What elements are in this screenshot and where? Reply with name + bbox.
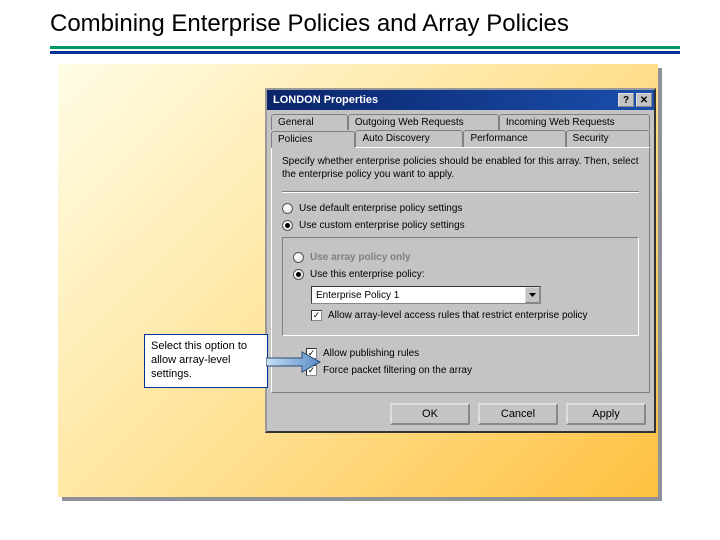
radio-default-policy[interactable]: Use default enterprise policy settings	[282, 203, 639, 214]
radio-array-only: Use array policy only	[293, 252, 628, 263]
ok-button[interactable]: OK	[390, 403, 470, 425]
apply-button[interactable]: Apply	[566, 403, 646, 425]
tab-security[interactable]: Security	[566, 130, 650, 147]
slide-background: Select this option to allow array-level …	[58, 64, 658, 497]
tab-outgoing[interactable]: Outgoing Web Requests	[348, 114, 499, 130]
enterprise-policy-dropdown[interactable]: Enterprise Policy 1	[311, 286, 541, 304]
properties-dialog: LONDON Properties ? ✕ General Outgoing W…	[265, 88, 656, 433]
radio-label: Use array policy only	[310, 252, 411, 263]
radio-label: Use this enterprise policy:	[310, 269, 425, 280]
tab-auto-discovery[interactable]: Auto Discovery	[355, 130, 463, 147]
divider-blue	[50, 51, 680, 54]
tabs-row-1: General Outgoing Web Requests Incoming W…	[267, 110, 654, 130]
slide-title: Combining Enterprise Policies and Array …	[50, 10, 680, 38]
divider	[282, 191, 639, 193]
titlebar-text: LONDON Properties	[273, 94, 378, 106]
arrow-icon	[266, 350, 322, 374]
checkbox-label: Force packet filtering on the array	[323, 365, 472, 376]
policies-description: Specify whether enterprise policies shou…	[282, 156, 639, 181]
radio-icon	[282, 220, 293, 231]
chevron-down-icon[interactable]	[525, 287, 540, 303]
custom-policy-group: Use array policy only Use this enterpris…	[282, 237, 639, 336]
dropdown-value: Enterprise Policy 1	[316, 290, 399, 301]
radio-icon	[293, 269, 304, 280]
checkbox-label: Allow array-level access rules that rest…	[328, 310, 588, 321]
tab-panel-policies: Specify whether enterprise policies shou…	[271, 147, 650, 393]
divider-green	[50, 46, 680, 49]
titlebar[interactable]: LONDON Properties ? ✕	[267, 90, 654, 110]
radio-icon	[293, 252, 304, 263]
radio-label: Use default enterprise policy settings	[299, 203, 462, 214]
cancel-button[interactable]: Cancel	[478, 403, 558, 425]
checkbox-icon: ✓	[311, 310, 322, 321]
tab-general[interactable]: General	[271, 114, 348, 130]
tab-policies[interactable]: Policies	[271, 131, 355, 148]
radio-label: Use custom enterprise policy settings	[299, 220, 465, 231]
checkbox-allow-publishing[interactable]: ✓ Allow publishing rules	[306, 348, 639, 359]
dialog-buttons: OK Cancel Apply	[267, 397, 654, 431]
help-button[interactable]: ?	[618, 93, 634, 107]
radio-use-enterprise-policy[interactable]: Use this enterprise policy:	[293, 269, 628, 280]
tab-performance[interactable]: Performance	[463, 130, 565, 147]
tabs-row-2: Policies Auto Discovery Performance Secu…	[267, 130, 654, 147]
checkbox-label: Allow publishing rules	[323, 348, 419, 359]
tab-incoming[interactable]: Incoming Web Requests	[499, 114, 650, 130]
radio-custom-policy[interactable]: Use custom enterprise policy settings	[282, 220, 639, 231]
close-button[interactable]: ✕	[636, 93, 652, 107]
checkbox-allow-array-rules[interactable]: ✓ Allow array-level access rules that re…	[311, 310, 628, 321]
callout-box: Select this option to allow array-level …	[144, 334, 268, 388]
radio-icon	[282, 203, 293, 214]
slide: Combining Enterprise Policies and Array …	[0, 0, 720, 540]
checkbox-force-packet-filter[interactable]: ✓ Force packet filtering on the array	[306, 365, 639, 376]
